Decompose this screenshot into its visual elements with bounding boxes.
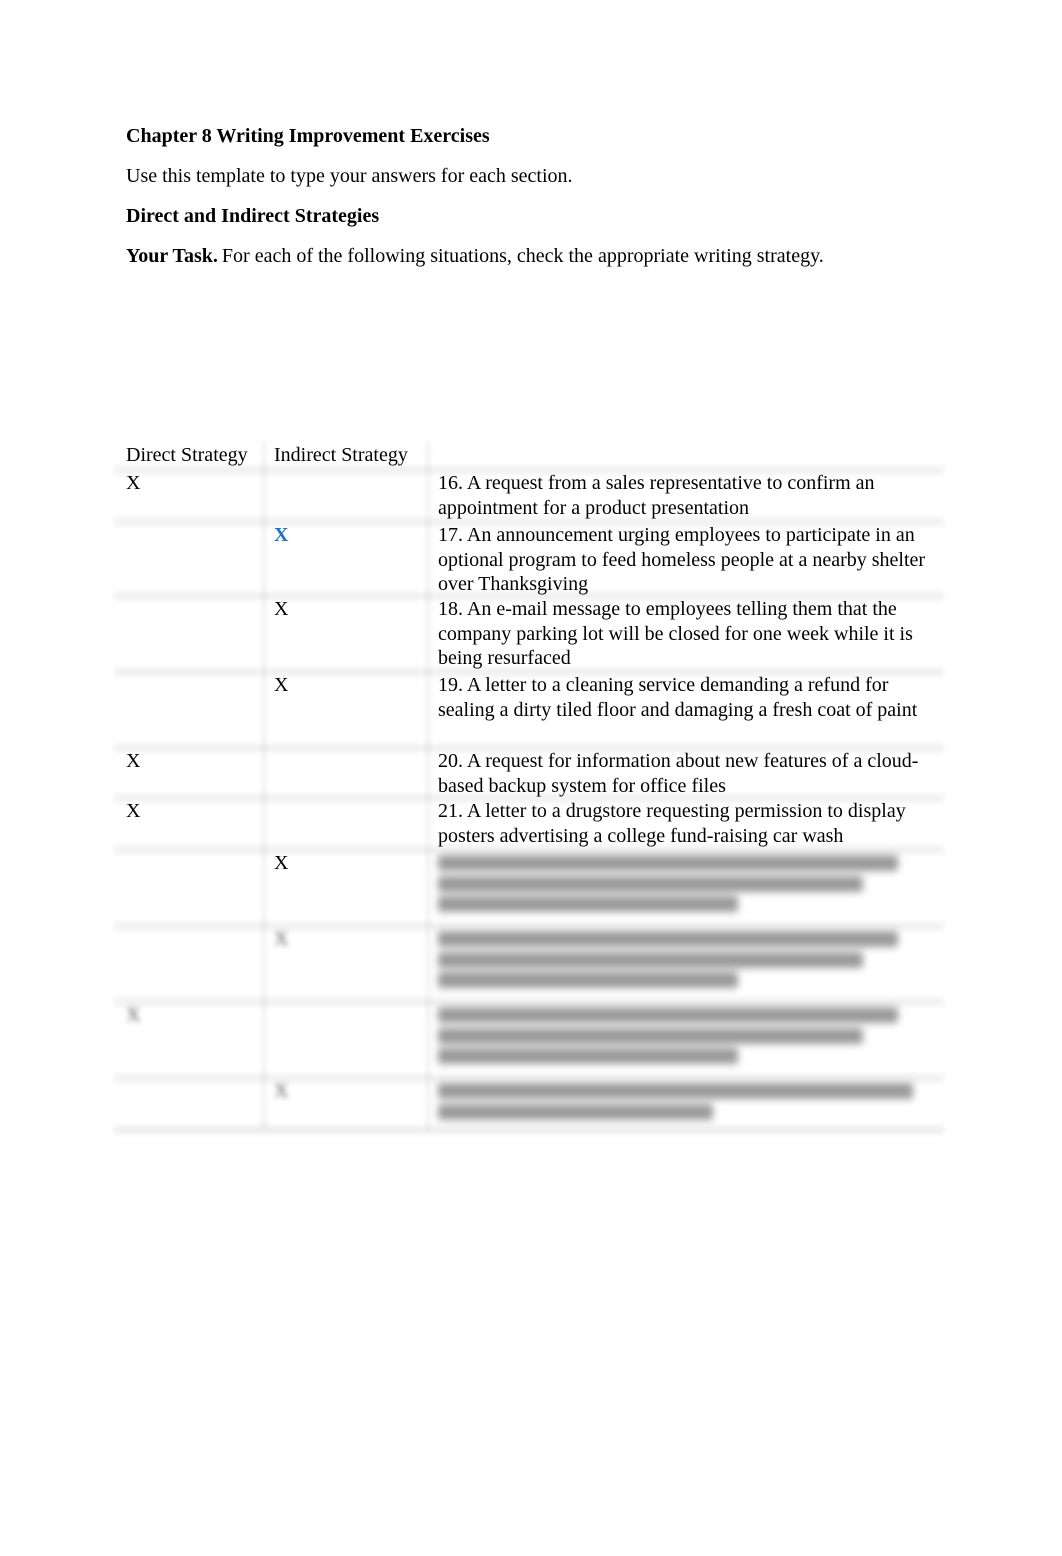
table-row: X	[114, 922, 944, 1002]
obscured-text-line	[438, 1027, 863, 1044]
indirect-strategy-mark[interactable]: X	[274, 851, 288, 875]
row-separator	[114, 518, 944, 526]
situation-text: 19. A letter to a cleaning service deman…	[438, 674, 918, 721]
direct-strategy-mark[interactable]: X	[126, 471, 140, 495]
obscured-text-line	[438, 1007, 898, 1023]
obscured-text-line	[438, 1103, 713, 1120]
obscured-text-line	[438, 896, 738, 912]
row-separator	[114, 794, 944, 802]
header-indirect-strategy: Indirect Strategy	[274, 444, 408, 466]
situation-text: 16. A request from a sales representativ…	[438, 472, 875, 519]
header-direct-strategy: Direct Strategy	[126, 444, 248, 466]
indirect-strategy-mark[interactable]: X	[274, 1079, 288, 1103]
obscured-situation-text	[438, 850, 938, 912]
direct-strategy-mark[interactable]: X	[126, 749, 140, 773]
row-separator	[114, 466, 944, 474]
row-separator	[114, 668, 944, 676]
situation-text: 21. A letter to a drugstore requesting p…	[438, 800, 906, 847]
table-row: X 16. A request from a sales representati…	[114, 466, 944, 522]
obscured-text-line	[438, 972, 738, 988]
table-row: X 21. A letter to a drugstore requesting …	[114, 794, 944, 850]
row-separator	[114, 744, 944, 752]
obscured-situation-text	[438, 1078, 938, 1120]
table-row: X 19. A letter to a cleaning service dema…	[114, 668, 944, 748]
table-row: X	[114, 998, 944, 1078]
obscured-text-line	[438, 855, 898, 871]
obscured-text-line	[438, 875, 863, 892]
obscured-situation-text	[438, 1002, 938, 1064]
direct-strategy-mark[interactable]: X	[126, 1003, 140, 1027]
obscured-text-line	[438, 931, 898, 947]
direct-strategy-mark[interactable]: X	[126, 799, 140, 823]
table-bottom-border	[114, 1126, 944, 1134]
situation-text: 17. An announcement urging employees to …	[438, 524, 926, 595]
table-row: X	[114, 846, 944, 926]
table-row: X 20. A request for information about new…	[114, 744, 944, 798]
situation-text: 18. An e-mail message to employees telli…	[438, 598, 913, 669]
table-row: X 18. An e-mail message to employees tell…	[114, 592, 944, 672]
task-instructions: Your Task. For each of the following situ…	[126, 244, 824, 268]
indirect-strategy-mark[interactable]: X	[274, 673, 288, 697]
situation-text: 20. A request for information about new …	[438, 750, 919, 797]
section-heading: Direct and Indirect Strategies	[126, 205, 380, 227]
row-separator	[114, 592, 944, 600]
obscured-text-line	[438, 951, 863, 968]
obscured-text-line	[438, 1083, 913, 1099]
task-label: Your Task.	[126, 245, 218, 267]
document-title: Chapter 8 Writing Improvement Exercises	[126, 125, 490, 147]
table-row: X 17. An announcement urging employees to…	[114, 518, 944, 596]
strategy-table: Direct Strategy Indirect Strategy X 16. A…	[114, 440, 944, 1134]
task-text: For each of the following situations, ch…	[221, 245, 824, 267]
indirect-strategy-mark[interactable]: X	[274, 927, 288, 951]
obscured-text-line	[438, 1048, 738, 1064]
indirect-strategy-mark[interactable]: X	[274, 523, 288, 547]
indirect-strategy-mark[interactable]: X	[274, 597, 288, 621]
table-row: X	[114, 1074, 944, 1130]
obscured-situation-text	[438, 926, 938, 988]
intro-text: Use this template to type your answers f…	[126, 165, 573, 187]
